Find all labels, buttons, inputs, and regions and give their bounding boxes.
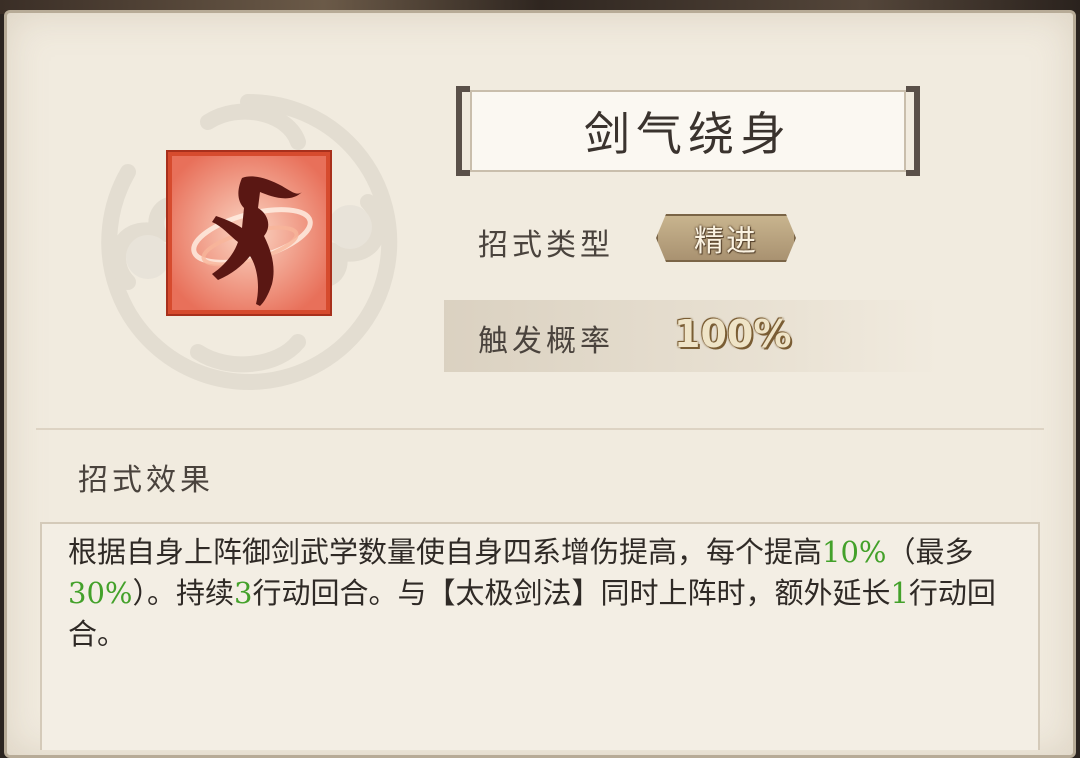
title-bracket-right bbox=[906, 86, 920, 176]
skill-type-badge: 精进 bbox=[656, 214, 796, 262]
title-bracket-left bbox=[456, 86, 470, 176]
skill-title-frame: 剑气绕身 bbox=[456, 86, 920, 176]
skill-type-label: 招式类型 bbox=[478, 228, 614, 263]
effect-value-highlight: 3 bbox=[233, 576, 253, 610]
effect-value-highlight: 30% bbox=[68, 576, 133, 610]
effect-text-segment: （最多 bbox=[886, 535, 974, 569]
effect-text-segment: 根据自身上阵御剑武学数量使自身四系增伤提高，每个提高 bbox=[68, 535, 823, 569]
effect-description: 根据自身上阵御剑武学数量使自身四系增伤提高，每个提高10%（最多 30%）。持续3… bbox=[68, 532, 1018, 655]
effect-value-highlight: 10% bbox=[822, 535, 887, 569]
section-divider bbox=[36, 428, 1044, 430]
effect-heading: 招式效果 bbox=[78, 463, 214, 498]
skill-type-value: 精进 bbox=[694, 224, 758, 259]
skill-name: 剑气绕身 bbox=[584, 107, 792, 161]
effect-value-highlight: 1 bbox=[890, 576, 909, 610]
effect-text-segment: ）。持续 bbox=[132, 576, 234, 610]
sword-dancer-icon bbox=[172, 156, 326, 310]
title-box: 剑气绕身 bbox=[470, 90, 906, 172]
trigger-rate-label: 触发概率 bbox=[478, 324, 614, 359]
trigger-rate-value: 100% bbox=[674, 312, 792, 356]
effect-text-segment: 行动回合。与【太极剑法】同时上阵时，额外延长 bbox=[252, 576, 891, 610]
skill-icon[interactable] bbox=[168, 152, 330, 314]
